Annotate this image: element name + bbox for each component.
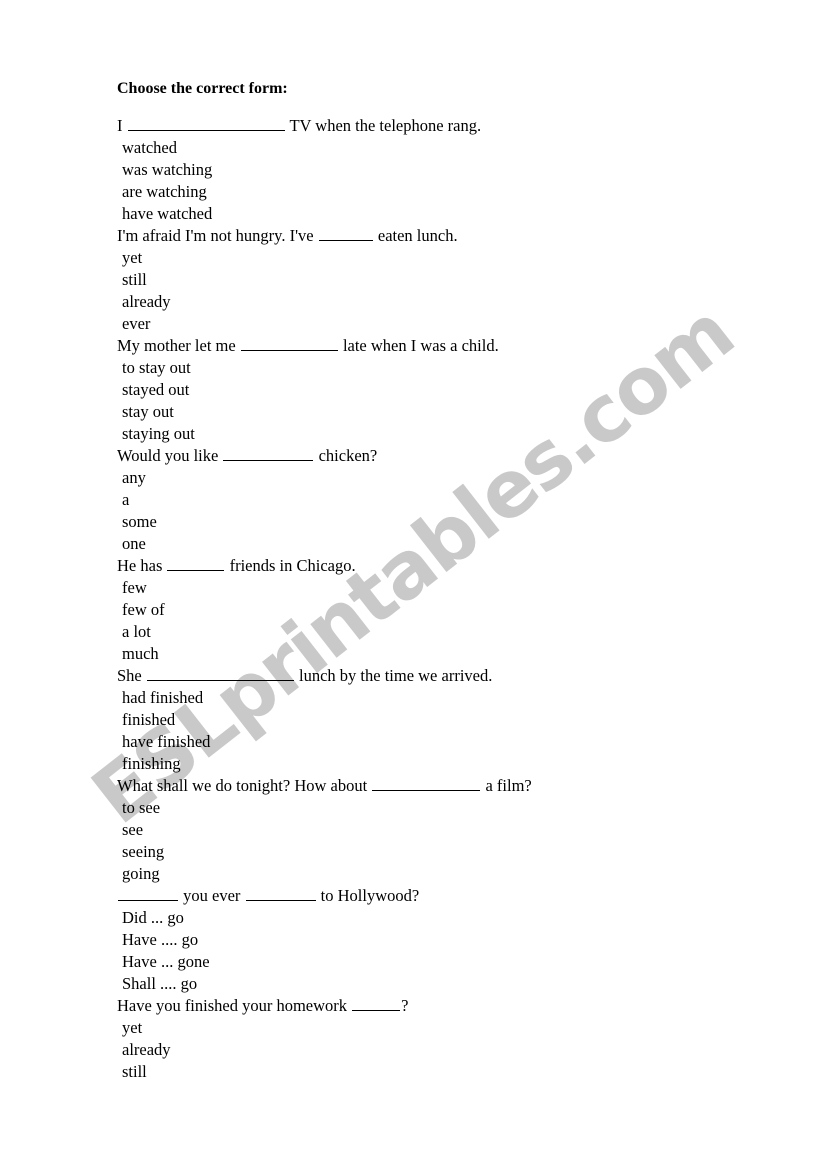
question-prefix: What shall we do tonight? How about xyxy=(117,776,368,796)
answer-option[interactable]: stay out xyxy=(122,401,174,423)
page-title: Choose the correct form: xyxy=(117,80,288,97)
answer-blank[interactable] xyxy=(127,115,285,132)
answer-option[interactable]: finished xyxy=(122,709,175,731)
answer-option[interactable]: any xyxy=(122,467,146,489)
answer-option[interactable]: already xyxy=(122,1039,171,1061)
question-prefix: Have you finished your homework xyxy=(117,996,348,1016)
question-line: I'm afraid I'm not hungry. I've eaten lu… xyxy=(117,225,458,247)
answer-option[interactable]: still xyxy=(122,1061,147,1083)
worksheet-page: ESLprintables.com Choose the correct for… xyxy=(0,0,826,1169)
answer-option[interactable]: stayed out xyxy=(122,379,189,401)
answer-option[interactable]: seeing xyxy=(122,841,164,863)
question-suffix: TV when the telephone rang. xyxy=(289,116,482,136)
answer-option[interactable]: Have .... go xyxy=(122,929,198,951)
answer-blank[interactable] xyxy=(223,445,314,462)
answer-option[interactable]: few of xyxy=(122,599,165,621)
answer-option[interactable]: have watched xyxy=(122,203,212,225)
answer-blank[interactable] xyxy=(318,225,373,242)
answer-option[interactable]: few xyxy=(122,577,147,599)
answer-option[interactable]: to see xyxy=(122,797,160,819)
answer-option[interactable]: already xyxy=(122,291,171,313)
answer-blank[interactable] xyxy=(240,335,338,352)
question-line: Have you finished your homework ? xyxy=(117,995,409,1017)
question-prefix: She xyxy=(117,666,142,686)
answer-option[interactable]: are watching xyxy=(122,181,207,203)
answer-option[interactable]: a lot xyxy=(122,621,151,643)
question-line: What shall we do tonight? How about a fi… xyxy=(117,775,532,797)
question-suffix: you ever xyxy=(183,886,241,906)
question-suffix: ? xyxy=(401,996,409,1016)
answer-option[interactable]: some xyxy=(122,511,157,533)
answer-option[interactable]: Shall .... go xyxy=(122,973,197,995)
answer-option[interactable]: a xyxy=(122,489,129,511)
question-suffix: late when I was a child. xyxy=(342,336,499,356)
question-prefix: My mother let me xyxy=(117,336,236,356)
question-prefix: He has xyxy=(117,556,163,576)
question-suffix: eaten lunch. xyxy=(377,226,458,246)
answer-blank[interactable] xyxy=(167,555,225,572)
answer-option[interactable]: to stay out xyxy=(122,357,191,379)
question-line: you ever to Hollywood? xyxy=(117,885,419,907)
question-suffix: friends in Chicago. xyxy=(229,556,356,576)
answer-option[interactable]: was watching xyxy=(122,159,212,181)
question-line: My mother let me late when I was a child… xyxy=(117,335,499,357)
question-prefix: I'm afraid I'm not hungry. I've xyxy=(117,226,314,246)
question-tail: to Hollywood? xyxy=(320,886,420,906)
answer-option[interactable]: yet xyxy=(122,1017,142,1039)
answer-option[interactable]: have finished xyxy=(122,731,210,753)
answer-option[interactable]: Have ... gone xyxy=(122,951,210,973)
answer-option[interactable]: one xyxy=(122,533,146,555)
question-suffix: a film? xyxy=(485,776,532,796)
answer-option[interactable]: finishing xyxy=(122,753,181,775)
answer-option[interactable]: staying out xyxy=(122,423,195,445)
answer-option[interactable]: had finished xyxy=(122,687,203,709)
answer-option[interactable]: Did ... go xyxy=(122,907,184,929)
answer-option[interactable]: see xyxy=(122,819,143,841)
answer-option[interactable]: still xyxy=(122,269,147,291)
answer-blank-secondary[interactable] xyxy=(245,885,316,902)
answer-option[interactable]: watched xyxy=(122,137,177,159)
answer-blank[interactable] xyxy=(352,995,401,1012)
answer-option[interactable]: yet xyxy=(122,247,142,269)
question-suffix: lunch by the time we arrived. xyxy=(299,666,493,686)
answer-option[interactable]: going xyxy=(122,863,160,885)
question-line: She lunch by the time we arrived. xyxy=(117,665,492,687)
question-line: He has friends in Chicago. xyxy=(117,555,356,577)
answer-blank[interactable] xyxy=(118,885,178,902)
question-prefix: Would you like xyxy=(117,446,219,466)
answer-option[interactable]: ever xyxy=(122,313,150,335)
answer-blank[interactable] xyxy=(146,665,294,682)
question-line: Would you like chicken? xyxy=(117,445,377,467)
question-line: I TV when the telephone rang. xyxy=(117,115,481,137)
answer-option[interactable]: much xyxy=(122,643,159,665)
answer-blank[interactable] xyxy=(372,775,481,792)
question-prefix: I xyxy=(117,116,123,136)
question-suffix: chicken? xyxy=(318,446,378,466)
